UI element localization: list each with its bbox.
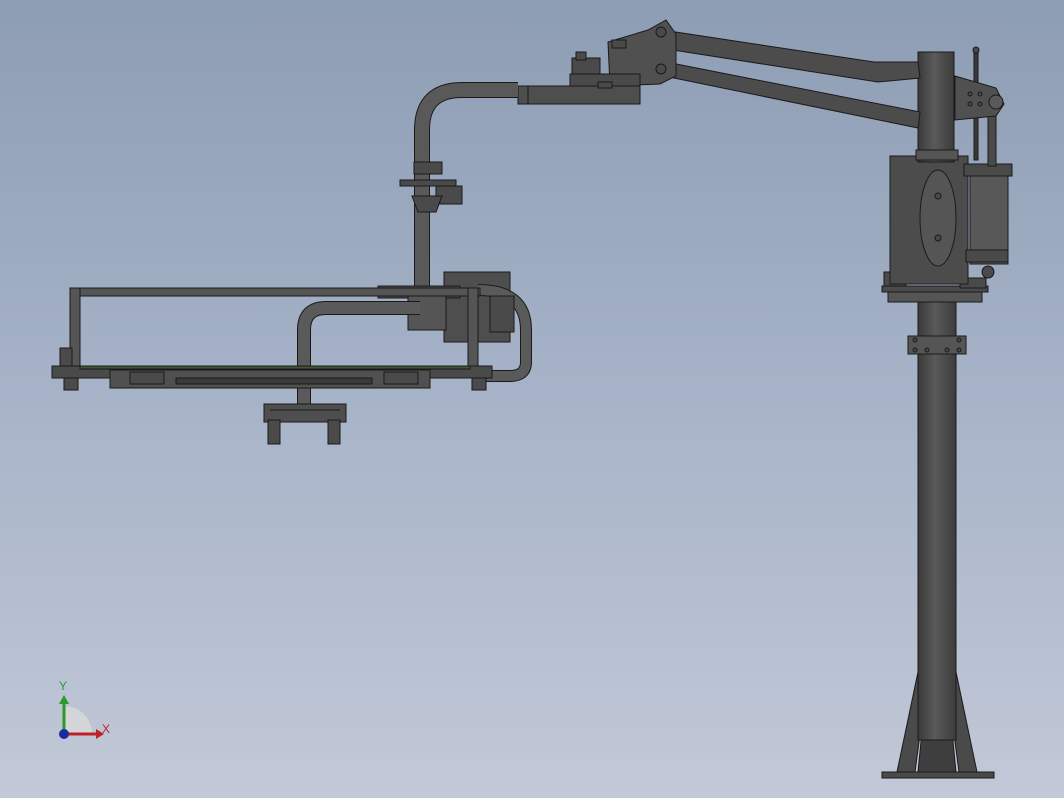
column-pillar — [917, 299, 957, 741]
x-axis-label: X — [102, 722, 111, 736]
lower-gripper — [263, 403, 347, 445]
arm-pivot-plate — [954, 75, 1005, 121]
column-flange — [907, 335, 967, 355]
suction-tray — [51, 365, 493, 391]
coordinate-triad — [59, 695, 104, 739]
arm-head — [517, 19, 677, 105]
3d-viewport[interactable]: X Y — [0, 0, 1064, 798]
rotary-joint — [399, 161, 463, 213]
y-axis-label: Y — [59, 679, 68, 693]
gripper-inner-pipe — [297, 301, 420, 406]
manipulator-model[interactable] — [0, 0, 1064, 798]
